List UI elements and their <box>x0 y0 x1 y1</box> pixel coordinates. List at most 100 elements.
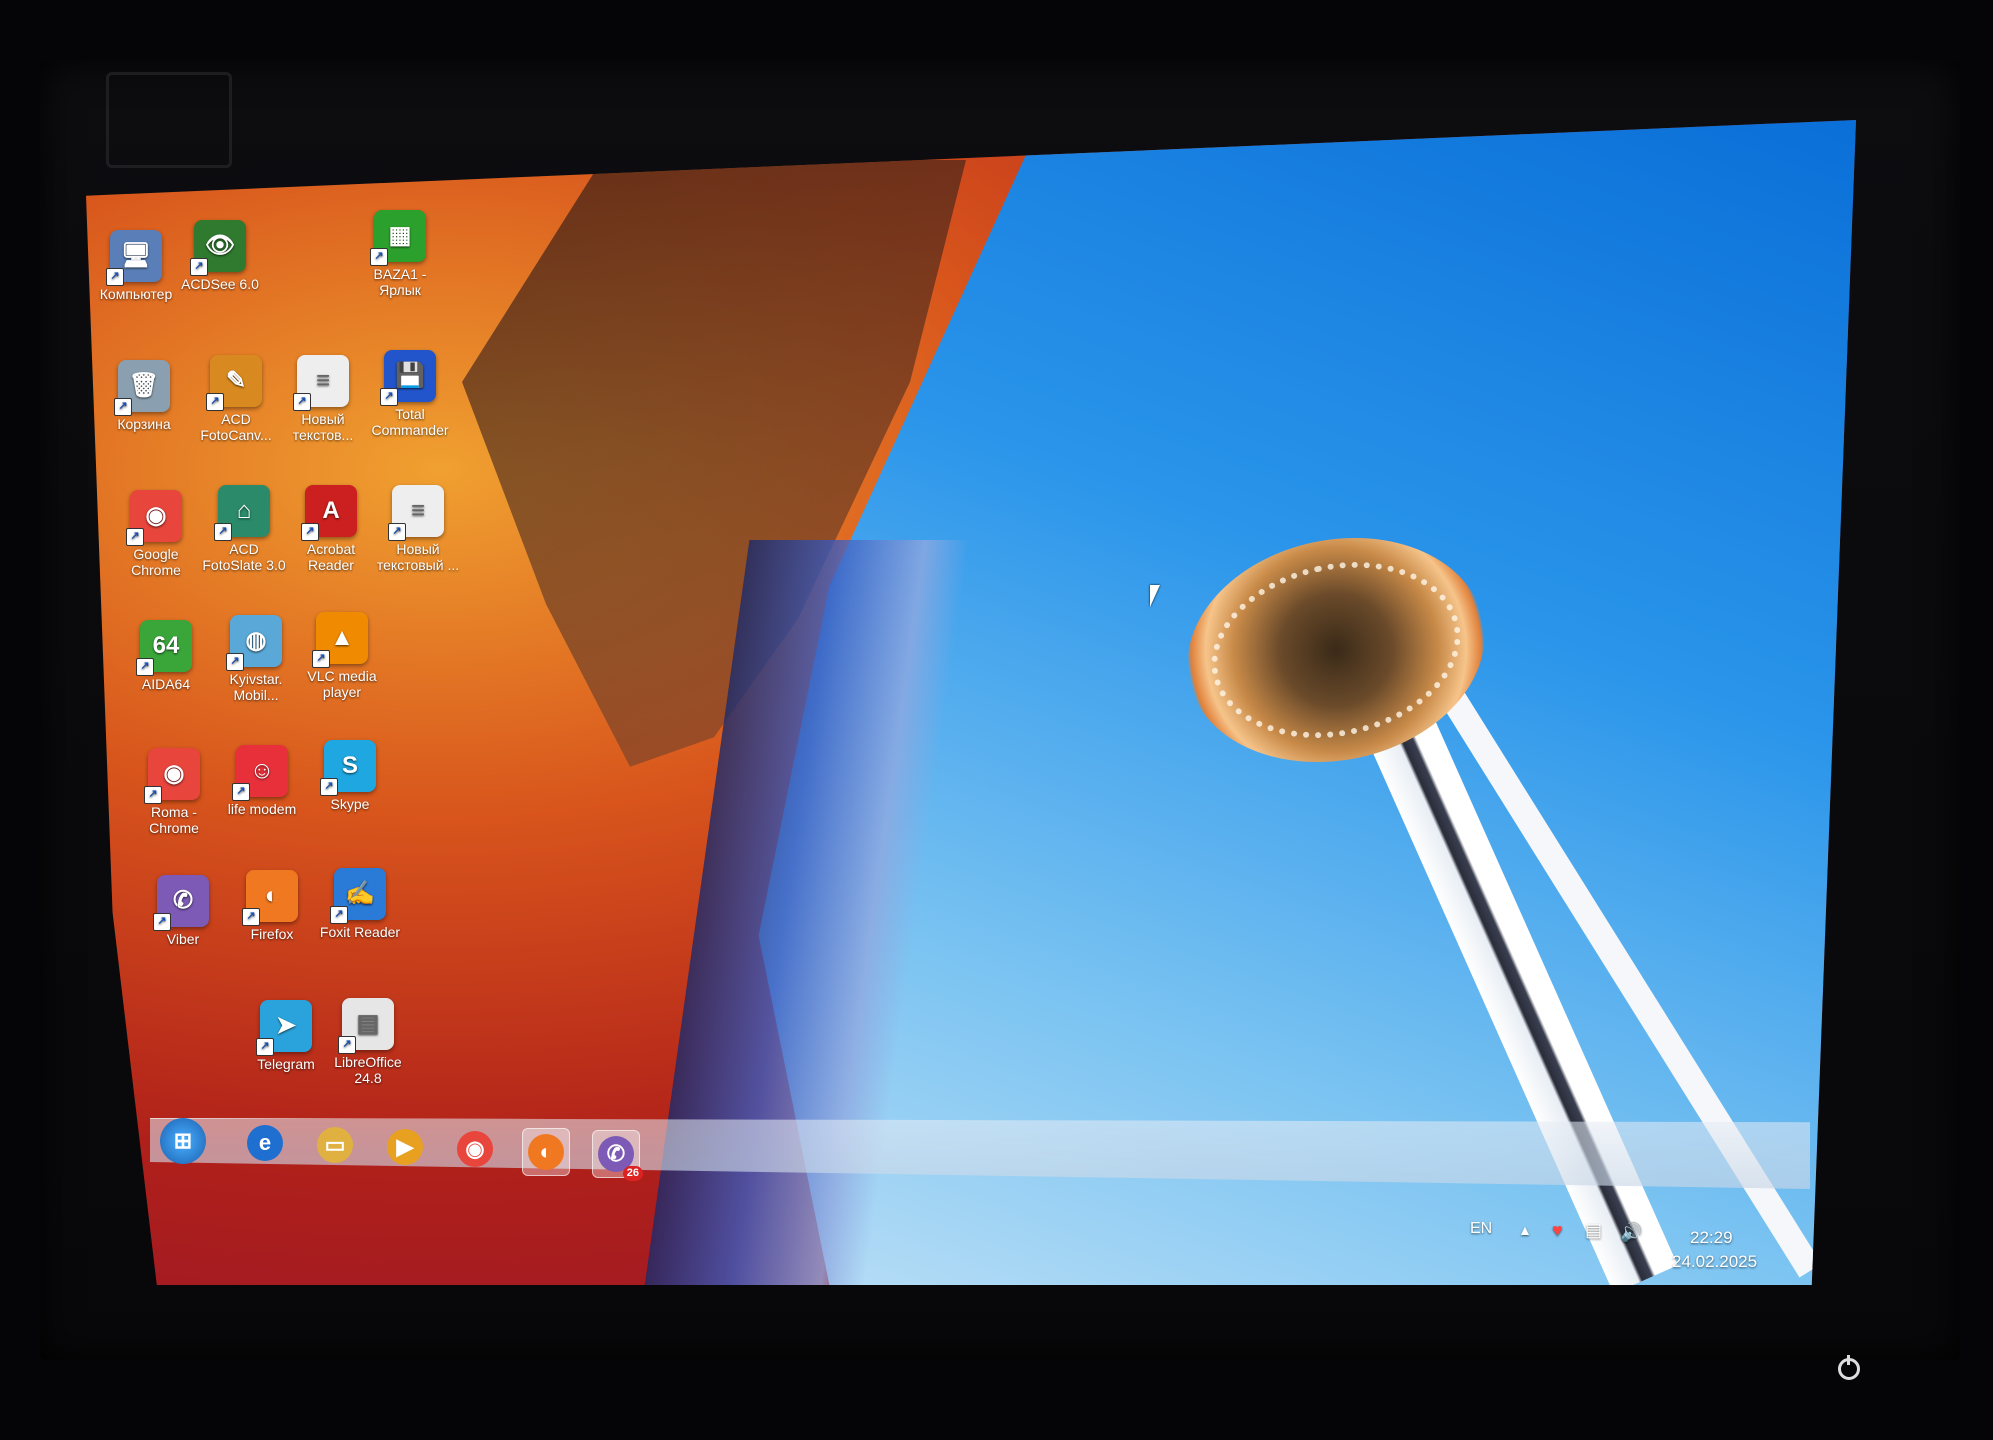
shortcut-arrow-icon: ↗ <box>206 393 224 411</box>
shortcut-arrow-icon: ↗ <box>370 248 388 266</box>
spreadsheet-icon: ▦ ↗ <box>370 210 426 266</box>
desktop-icon[interactable]: 🗑 ↗ Корзина <box>96 360 192 432</box>
text-document-icon: ≡ ↗ <box>388 485 444 541</box>
windows-start-icon[interactable]: ⊞ <box>160 1118 206 1164</box>
shortcut-arrow-icon: ↗ <box>301 523 319 541</box>
show-hidden-icons-chevron-icon[interactable]: ▲ <box>1518 1222 1532 1238</box>
taskbar-viber-button[interactable]: ✆ 26 <box>592 1130 643 1181</box>
shortcut-arrow-icon: ↗ <box>380 388 398 406</box>
desktop-icon[interactable]: 👁 ↗ ACDSee 6.0 <box>172 220 268 292</box>
desktop-icon[interactable]: 🖥 ↗ Компьютер <box>88 230 184 302</box>
volume-icon[interactable]: 🔊 <box>1620 1222 1642 1243</box>
acrobat-icon: A ↗ <box>301 485 357 541</box>
vlc-cone-icon: ▲ ↗ <box>312 612 368 668</box>
taskbar-media-player-button[interactable]: ▶ <box>382 1124 428 1170</box>
acd-fotoslate-icon: ⌂ ↗ <box>214 485 270 541</box>
floppy-disk-icon: 💾 ↗ <box>380 350 436 406</box>
desktop-icon-label: AIDA64 <box>141 676 191 692</box>
shortcut-arrow-icon: ↗ <box>293 393 311 411</box>
desktop-icon[interactable]: ▤ ↗ LibreOffice 24.8 <box>320 998 416 1086</box>
chrome-icon: ◉ <box>457 1131 493 1167</box>
desktop-icon-label: BAZA1 - Ярлык <box>373 266 427 299</box>
desktop-icon[interactable]: ◉ ↗ Roma - Chrome <box>126 748 222 836</box>
desktop-icon[interactable]: ✍ ↗ Foxit Reader <box>312 868 408 940</box>
shortcut-arrow-icon: ↗ <box>232 783 250 801</box>
desktop-icon-label: Компьютер <box>99 286 173 302</box>
taskbar-internet-explorer-button[interactable]: e <box>242 1120 288 1166</box>
viber-icon: ✆ ↗ <box>153 875 209 931</box>
acd-fotocanvas-icon: ✎ ↗ <box>206 355 262 411</box>
file-explorer-icon: ▭ <box>317 1127 353 1163</box>
shortcut-arrow-icon: ↗ <box>312 650 330 668</box>
desktop-icon-label: ACDSee 6.0 <box>181 276 259 292</box>
desktop-icon[interactable]: ✆ ↗ Viber <box>135 875 231 947</box>
foxit-icon: ✍ ↗ <box>330 868 386 924</box>
desktop-icon[interactable]: ☺ ↗ life modem <box>214 745 310 817</box>
desktop-icon-label: Новый текстов... <box>292 411 354 444</box>
desktop-icon-label: life modem <box>227 801 297 817</box>
shortcut-arrow-icon: ↗ <box>153 913 171 931</box>
desktop-icons: 🖥 ↗ Компьютер 👁 ↗ ACDSee 6.0 ▦ ↗ BAZA1 - Ярлык 🗑 ↗… <box>0 0 1993 1440</box>
desktop-icon[interactable]: S ↗ Skype <box>302 740 398 812</box>
desktop-icon-label: Google Chrome <box>131 546 181 579</box>
chrome-icon: ◉ ↗ <box>126 490 182 546</box>
desktop-icon-label: Total Commander <box>371 406 449 439</box>
life-modem-icon: ☺ ↗ <box>232 745 288 801</box>
shortcut-arrow-icon: ↗ <box>256 1038 274 1056</box>
desktop-icon-label: VLC media player <box>307 668 377 701</box>
clock-time[interactable]: 22:29 <box>1690 1228 1733 1248</box>
shortcut-arrow-icon: ↗ <box>114 398 132 416</box>
shortcut-arrow-icon: ↗ <box>126 528 144 546</box>
desktop-icon[interactable]: ≡ ↗ Новый текстовый ... <box>370 485 466 573</box>
taskbar-file-explorer-button[interactable]: ▭ <box>312 1122 358 1168</box>
desktop-icon-label: Firefox <box>250 926 294 942</box>
globe-icon: ◍ ↗ <box>226 615 282 671</box>
taskbar-chrome-button[interactable]: ◉ <box>452 1126 498 1172</box>
desktop-icon[interactable]: 💾 ↗ Total Commander <box>362 350 458 438</box>
language-indicator[interactable]: EN <box>1470 1220 1492 1238</box>
shortcut-arrow-icon: ↗ <box>214 523 232 541</box>
desktop-icon-label: Telegram <box>257 1056 315 1072</box>
clock-date[interactable]: 24.02.2025 <box>1672 1252 1757 1272</box>
taskbar-firefox-button[interactable]: ◐ <box>522 1128 570 1176</box>
desktop-icon[interactable]: ◉ ↗ Google Chrome <box>108 490 204 578</box>
network-tray-icon[interactable]: ▤ <box>1585 1220 1602 1241</box>
desktop-icon-label: ACD FotoSlate 3.0 <box>202 541 286 574</box>
shortcut-arrow-icon: ↗ <box>338 1036 356 1054</box>
media-player-icon: ▶ <box>387 1129 423 1165</box>
firefox-icon: ◐ <box>528 1134 564 1170</box>
viber-tray-icon[interactable]: ♥ <box>1552 1220 1563 1241</box>
shortcut-arrow-icon: ↗ <box>136 658 154 676</box>
desktop-icon-label: Skype <box>330 796 370 812</box>
computer-icon: 🖥 ↗ <box>106 230 162 286</box>
telegram-icon: ➤ ↗ <box>256 1000 312 1056</box>
desktop-icon[interactable]: A ↗ Acrobat Reader <box>283 485 379 573</box>
shortcut-arrow-icon: ↗ <box>226 653 244 671</box>
desktop-icon[interactable]: ◐ ↗ Firefox <box>224 870 320 942</box>
desktop-icon[interactable]: ≡ ↗ Новый текстов... <box>275 355 371 443</box>
recycle-bin-icon: 🗑 ↗ <box>114 360 170 416</box>
desktop-icon[interactable]: ⌂ ↗ ACD FotoSlate 3.0 <box>196 485 292 573</box>
shortcut-arrow-icon: ↗ <box>320 778 338 796</box>
shortcut-arrow-icon: ↗ <box>144 786 162 804</box>
desktop-icon-label: Новый текстовый ... <box>376 541 460 574</box>
shortcut-arrow-icon: ↗ <box>330 906 348 924</box>
internet-explorer-icon: e <box>247 1125 283 1161</box>
desktop-icon-label: Foxit Reader <box>319 924 401 940</box>
skype-icon: S ↗ <box>320 740 376 796</box>
desktop-icon[interactable]: 64 ↗ AIDA64 <box>118 620 214 692</box>
desktop-icon-label: LibreOffice 24.8 <box>334 1054 402 1087</box>
chrome-profile-icon: ◉ ↗ <box>144 748 200 804</box>
aida64-icon: 64 ↗ <box>136 620 192 676</box>
text-document-icon: ≡ ↗ <box>293 355 349 411</box>
desktop-icon[interactable]: ◍ ↗ Kyivstar. Mobil... <box>208 615 304 703</box>
desktop-icon[interactable]: ▦ ↗ BAZA1 - Ярлык <box>352 210 448 298</box>
shortcut-arrow-icon: ↗ <box>388 523 406 541</box>
desktop-icon-label: Kyivstar. Mobil... <box>229 671 283 704</box>
desktop-icon-label: Viber <box>166 931 200 947</box>
shortcut-arrow-icon: ↗ <box>242 908 260 926</box>
desktop-icon-label: ACD FotoCanv... <box>200 411 272 444</box>
desktop-icon[interactable]: ▲ ↗ VLC media player <box>294 612 390 700</box>
desktop-icon-label: Корзина <box>117 416 171 432</box>
desktop-icon[interactable]: ✎ ↗ ACD FotoCanv... <box>188 355 284 443</box>
